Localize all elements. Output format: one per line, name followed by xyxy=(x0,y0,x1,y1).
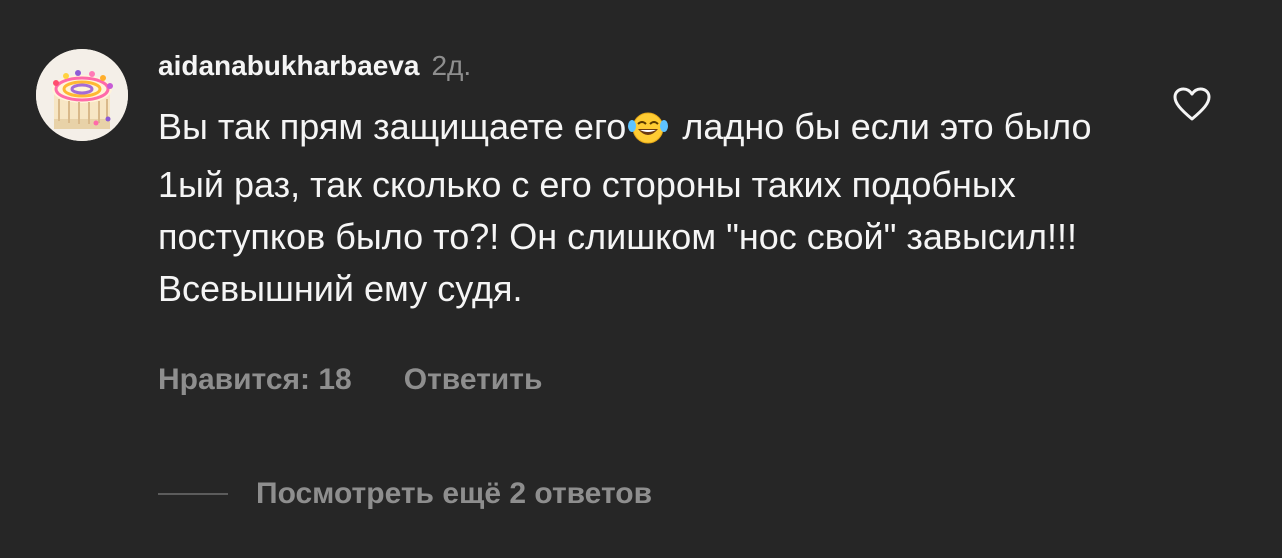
view-replies-label: Посмотреть ещё 2 ответов xyxy=(256,477,653,510)
avatar[interactable] xyxy=(36,49,128,141)
likes-count-link[interactable]: Нравится: 18 xyxy=(158,363,352,397)
replies-divider-line xyxy=(158,493,228,495)
username-link[interactable]: aidanabukharbaeva xyxy=(158,50,419,82)
reply-button[interactable]: Ответить xyxy=(404,363,543,397)
comment-timestamp[interactable]: 2д. xyxy=(431,50,471,82)
face-with-tears-of-joy-icon xyxy=(628,107,669,159)
avatar-cake-image xyxy=(36,49,128,141)
heart-outline-icon[interactable] xyxy=(1172,86,1212,122)
comment-text-part1: Вы так прям защищаете его xyxy=(158,106,627,147)
comment-header: aidanabukharbaeva 2д. xyxy=(158,50,471,82)
view-replies-button[interactable]: Посмотреть ещё 2 ответов xyxy=(158,477,652,511)
comment: aidanabukharbaeva 2д. Вы так прям защища… xyxy=(0,0,1282,558)
comment-text: Вы так прям защищаете его ладно бы если … xyxy=(158,101,1118,315)
comment-actions: Нравится: 18 Ответить xyxy=(158,363,542,397)
